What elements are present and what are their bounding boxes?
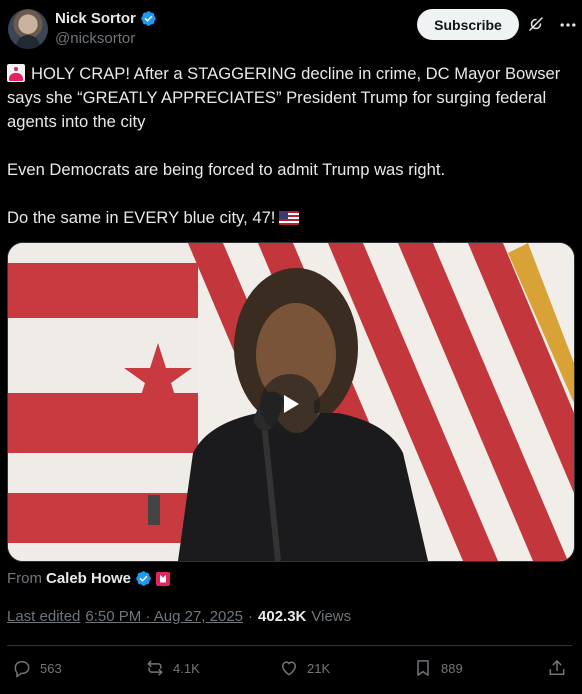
avatar[interactable] — [8, 9, 48, 49]
us-flag-emoji-icon — [279, 211, 300, 225]
bookmark-icon — [417, 660, 429, 676]
repost-button[interactable]: 4.1K — [145, 658, 200, 678]
repost-icon — [147, 660, 163, 676]
reply-icon — [14, 661, 30, 678]
verified-badge-icon — [136, 571, 151, 586]
timestamp-link[interactable]: 6:50 PM · Aug 27, 2025 — [85, 608, 243, 625]
siren-emoji-icon — [7, 64, 25, 82]
tweet-line-1: HOLY CRAP! After a STAGGERING decline in… — [7, 64, 565, 131]
play-icon — [284, 395, 299, 413]
more-horizontal-icon[interactable] — [558, 15, 578, 35]
tweet-line-3: Do the same in EVERY blue city, 47! — [7, 208, 276, 227]
video-player[interactable] — [7, 242, 575, 562]
tweet-meta: Last edited 6:50 PM · Aug 27, 2025 · 402… — [7, 608, 351, 625]
share-icon — [549, 660, 565, 675]
last-edited-link[interactable]: Last edited — [7, 608, 80, 625]
bookmark-count: 889 — [441, 660, 463, 676]
divider — [7, 645, 572, 646]
from-label: From — [7, 570, 42, 587]
views-label: Views — [311, 608, 352, 625]
author-name-row: Nick Sortor — [55, 10, 157, 27]
video-source: From Caleb Howe — [7, 570, 171, 587]
like-button[interactable]: 21K — [279, 658, 330, 678]
bookmark-button[interactable]: 889 — [413, 658, 463, 678]
reply-button[interactable]: 563 — [12, 658, 62, 678]
repost-count: 4.1K — [173, 660, 200, 676]
play-button[interactable] — [260, 374, 320, 434]
tweet-header: Nick Sortor @nicksortor Subscribe — [7, 8, 576, 52]
share-button[interactable] — [547, 658, 567, 678]
grok-icon[interactable] — [527, 15, 545, 33]
verified-badge-icon — [141, 11, 156, 26]
tweet-paragraph-2: Even Democrats are being forced to admit… — [7, 160, 446, 179]
author-handle[interactable]: @nicksortor — [55, 30, 135, 47]
views-count: 402.3K — [258, 608, 307, 625]
reply-count: 563 — [40, 660, 62, 676]
tweet-paragraph-3: Do the same in EVERY blue city, 47! — [7, 206, 575, 230]
like-count: 21K — [307, 660, 331, 676]
source-name[interactable]: Caleb Howe — [46, 570, 131, 587]
author-name[interactable]: Nick Sortor — [55, 10, 136, 27]
heart-icon — [281, 661, 297, 676]
meta-separator: · — [248, 608, 254, 625]
tweet-text: HOLY CRAP! After a STAGGERING decline in… — [7, 62, 575, 230]
action-bar: 563 4.1K 21K 889 — [0, 650, 582, 690]
subscribe-button[interactable]: Subscribe — [417, 9, 519, 40]
affiliation-badge-icon — [156, 571, 171, 586]
tweet-paragraph-1: HOLY CRAP! After a STAGGERING decline in… — [7, 62, 575, 134]
